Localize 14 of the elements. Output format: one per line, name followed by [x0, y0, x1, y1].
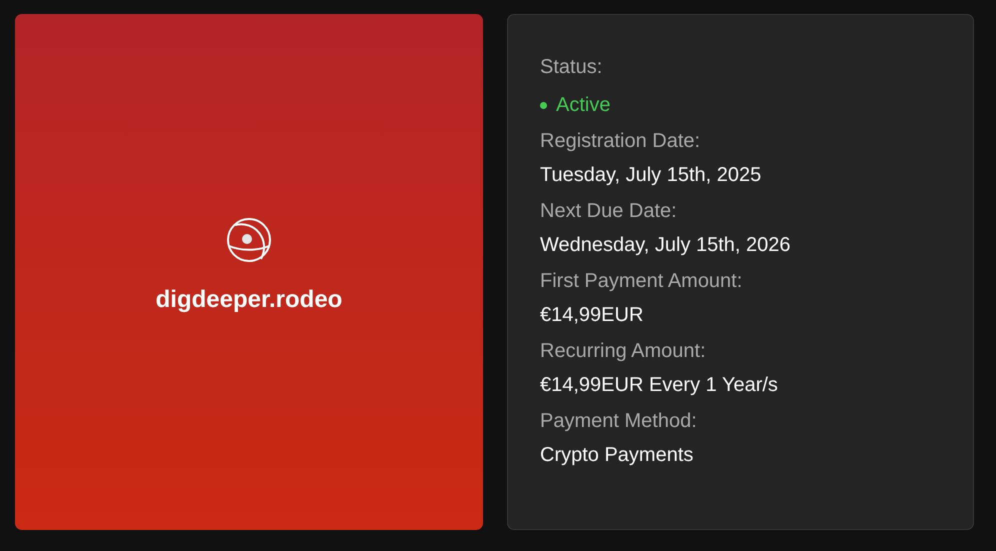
field-value: Tuesday, July 15th, 2025 — [540, 163, 762, 187]
field-label: Recurring Amount: — [540, 339, 707, 363]
globe-icon — [225, 216, 273, 264]
field-value: €14,99EUR Every 1 Year/s — [540, 373, 779, 397]
field-label: First Payment Amount: — [540, 269, 744, 293]
field-label: Status: — [540, 55, 604, 79]
field-value: €14,99EUR — [540, 303, 644, 327]
field-value: Wednesday, July 15th, 2026 — [540, 233, 792, 257]
domain-name: digdeeper.rodeo — [156, 286, 342, 314]
status-text: Active — [556, 93, 610, 117]
field-label: Payment Method: — [540, 409, 698, 433]
field-label: Next Due Date: — [540, 199, 678, 223]
field-value: Crypto Payments — [540, 443, 694, 467]
field-label: Registration Date: — [540, 129, 702, 153]
